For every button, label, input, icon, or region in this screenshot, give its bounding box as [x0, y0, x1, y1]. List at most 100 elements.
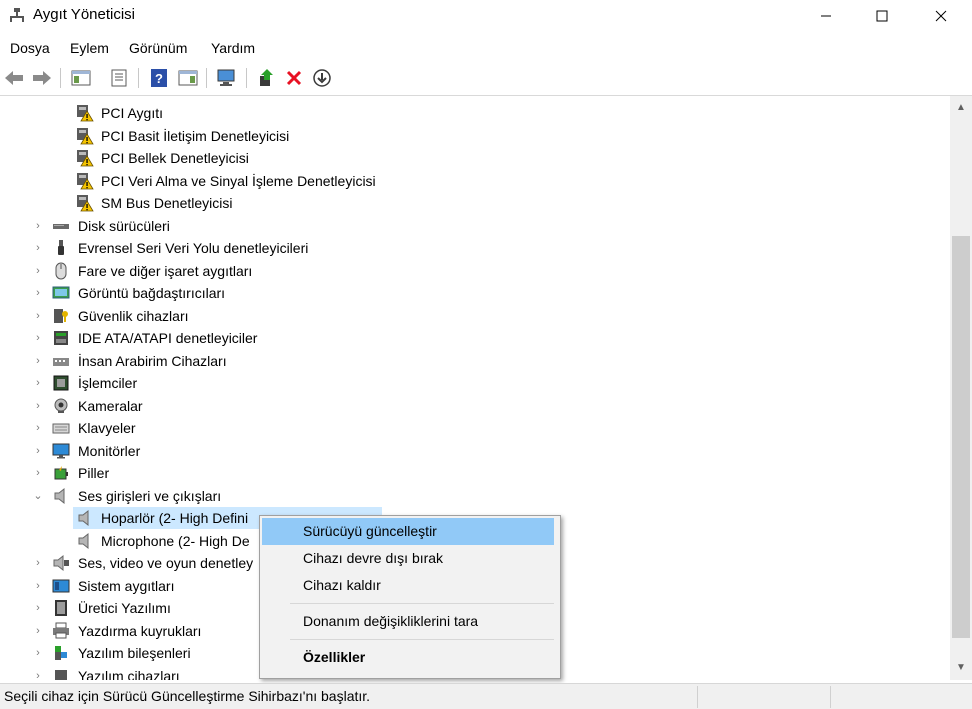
window-title: Aygıt Yöneticisi	[33, 6, 136, 23]
expand-chevron-icon[interactable]: ›	[33, 282, 43, 304]
action-pane-button[interactable]	[177, 67, 199, 89]
tree-item-label: Görüntü bağdaştırıcıları	[78, 285, 226, 301]
uninstall-button[interactable]	[283, 67, 305, 89]
tree-item[interactable]: › İnsan Arabirim Cihazları	[0, 350, 950, 372]
expand-chevron-icon[interactable]: ›	[33, 372, 43, 394]
scan-hardware-button[interactable]	[216, 67, 238, 89]
back-arrow-icon	[5, 71, 23, 85]
expand-chevron-icon[interactable]: ›	[33, 215, 43, 237]
show-hide-console-tree-icon	[71, 70, 91, 86]
tree-item-label: IDE ATA/ATAPI denetleyiciler	[78, 330, 258, 346]
tree-item[interactable]: › Kameralar	[0, 395, 950, 417]
expand-chevron-icon[interactable]: ›	[33, 260, 43, 282]
tree-item-label: İnsan Arabirim Cihazları	[78, 352, 227, 369]
expand-chevron-icon[interactable]: ›	[33, 552, 43, 574]
menu-dosya[interactable]: Dosya	[10, 40, 50, 56]
tree-item[interactable]: › Güvenlik cihazları	[0, 305, 950, 327]
scroll-down-arrow-icon[interactable]: ▼	[955, 662, 967, 674]
expand-chevron-icon[interactable]: ›	[33, 305, 43, 327]
close-button[interactable]	[918, 0, 964, 32]
expand-chevron-icon[interactable]: ›	[33, 350, 43, 372]
expand-chevron-icon[interactable]: ›	[33, 665, 43, 681]
tree-item[interactable]: SM Bus Denetleyicisi	[0, 192, 950, 214]
tree-item[interactable]: PCI Bellek Denetleyicisi	[0, 147, 950, 169]
tree-item-label: Monitörler	[78, 442, 141, 459]
tree-item[interactable]: ⌄ Ses girişleri ve çıkışları	[0, 485, 950, 507]
hid-icon	[52, 352, 70, 370]
tree-item[interactable]: › Görüntü bağdaştırıcıları	[0, 282, 950, 304]
menu-separator	[290, 639, 554, 640]
menu-eylem[interactable]: Eylem	[70, 40, 109, 56]
update-driver-button[interactable]	[256, 67, 278, 89]
vertical-scrollbar[interactable]: ▲ ▼	[950, 96, 972, 680]
tree-item-label: Evrensel Seri Veri Yolu denetleyicileri	[78, 240, 309, 256]
update-driver-icon	[260, 69, 273, 86]
expand-chevron-icon[interactable]: ›	[33, 620, 43, 642]
properties-button[interactable]	[108, 67, 130, 89]
expand-chevron-icon[interactable]: ›	[33, 440, 43, 462]
tree-item-label: Fare ve diğer işaret aygıtları	[78, 262, 253, 279]
console-tree-button[interactable]	[70, 67, 92, 89]
tree-item[interactable]: PCI Aygıtı	[0, 102, 950, 124]
maximize-button[interactable]	[859, 0, 905, 32]
expand-chevron-icon[interactable]: ›	[33, 597, 43, 619]
help-icon: ?	[151, 69, 167, 87]
expand-chevron-icon[interactable]: ›	[33, 417, 43, 439]
tree-item[interactable]: › Disk sürücüleri	[0, 215, 950, 237]
tree-item[interactable]: › Fare ve diğer işaret aygıtları	[0, 260, 950, 282]
back-button[interactable]	[3, 67, 25, 89]
scan-hardware-icon	[217, 69, 235, 86]
context-menu-item[interactable]: Özellikler	[262, 644, 554, 671]
scrollbar-thumb[interactable]	[952, 236, 970, 638]
svg-text:?: ?	[155, 71, 163, 86]
tree-item[interactable]: PCI Basit İletişim Denetleyicisi	[0, 125, 950, 147]
tree-item[interactable]: › Monitörler	[0, 440, 950, 462]
warning-device-icon	[76, 194, 94, 212]
usb-icon	[52, 239, 70, 257]
camera-icon	[52, 397, 70, 415]
expand-chevron-icon[interactable]: ›	[33, 237, 43, 259]
tree-item-label: Piller	[78, 465, 110, 481]
tree-item-label: Microphone (2- High De	[101, 532, 250, 549]
expand-chevron-icon[interactable]: ›	[33, 575, 43, 597]
forward-button[interactable]	[31, 67, 53, 89]
disable-button[interactable]	[311, 67, 333, 89]
tree-item-label: Yazdırma kuyrukları	[78, 622, 202, 639]
uninstall-icon	[286, 70, 302, 86]
tree-item-label: Ses, video ve oyun denetley	[78, 555, 254, 571]
device-manager-icon	[9, 7, 25, 23]
status-text: Seçili cihaz için Sürücü Güncelleştirme …	[4, 688, 371, 704]
context-menu-item[interactable]: Donanım değişikliklerini tara	[262, 608, 554, 635]
action-pane-icon	[178, 70, 198, 86]
expand-chevron-icon[interactable]: ›	[33, 395, 43, 417]
tree-item[interactable]: › İşlemciler	[0, 372, 950, 394]
menu-bar: Dosya Eylem Görünüm Yardım	[0, 36, 972, 60]
forward-arrow-icon	[33, 71, 51, 85]
menu-yardim[interactable]: Yardım	[211, 40, 255, 56]
context-menu-item[interactable]: Sürücüyü güncelleştir	[262, 518, 554, 545]
tree-item-label: Yazılım cihazları	[78, 667, 180, 681]
tree-item-label: Sistem aygıtları	[78, 577, 175, 594]
minimize-button[interactable]	[803, 0, 849, 32]
menu-gorunum[interactable]: Görünüm	[129, 40, 187, 56]
expand-chevron-icon[interactable]: ›	[33, 462, 43, 484]
context-menu-item[interactable]: Cihazı devre dışı bırak	[262, 545, 554, 572]
close-icon	[935, 10, 947, 22]
context-menu: Sürücüyü güncelleştir Cihazı devre dışı b…	[259, 515, 561, 679]
expand-chevron-icon[interactable]: ›	[33, 642, 43, 664]
warning-device-icon	[76, 172, 94, 190]
help-button[interactable]: ?	[148, 67, 170, 89]
expand-chevron-icon[interactable]: ›	[33, 327, 43, 349]
collapse-chevron-icon[interactable]: ⌄	[33, 485, 43, 507]
printer-icon	[52, 622, 70, 640]
tree-item[interactable]: PCI Veri Alma ve Sinyal İşleme Denetleyi…	[0, 170, 950, 192]
tree-item[interactable]: › Piller	[0, 462, 950, 484]
sound-video-icon	[52, 554, 70, 572]
security-device-icon	[52, 307, 70, 325]
tree-item[interactable]: › Klavyeler	[0, 417, 950, 439]
speaker-icon	[52, 487, 70, 505]
scroll-up-arrow-icon[interactable]: ▲	[955, 102, 967, 114]
tree-item[interactable]: › Evrensel Seri Veri Yolu denetleyicileri	[0, 237, 950, 259]
context-menu-item[interactable]: Cihazı kaldır	[262, 572, 554, 599]
tree-item[interactable]: › IDE ATA/ATAPI denetleyiciler	[0, 327, 950, 349]
